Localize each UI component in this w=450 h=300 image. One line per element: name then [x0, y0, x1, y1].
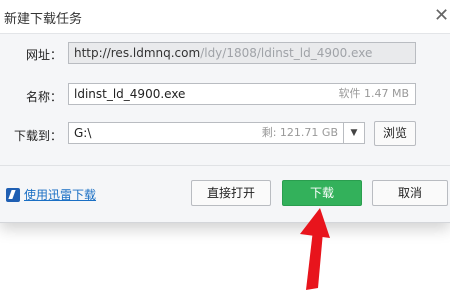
use-thunder-link[interactable]: 使用迅雷下载 — [6, 186, 96, 202]
save-path-input[interactable]: G:\ 剩: 121.71 GB — [68, 122, 345, 144]
url-value: http://res.ldmnq.com/ldy/1808/ldinst_ld_… — [74, 43, 372, 63]
filename-input[interactable]: ldinst_ld_4900.exe 软件 1.47 MB — [68, 83, 416, 105]
open-directly-button[interactable]: 直接打开 — [191, 180, 271, 206]
file-size-hint: 软件 1.47 MB — [338, 87, 409, 100]
url-field[interactable]: http://res.ldmnq.com/ldy/1808/ldinst_ld_… — [68, 42, 416, 64]
dialog-titlebar: 新建下载任务 ✕ — [0, 0, 450, 34]
save-path-value: G:\ — [74, 126, 92, 140]
divider — [0, 165, 450, 166]
chevron-down-icon: ▼ — [350, 128, 358, 138]
arrow-shaft — [306, 230, 323, 290]
cancel-button[interactable]: 取消 — [372, 180, 448, 206]
arrow-head — [300, 208, 330, 238]
browse-button[interactable]: 浏览 — [374, 121, 416, 146]
free-space-hint: 剩: 121.71 GB — [261, 126, 338, 139]
close-icon[interactable]: ✕ — [434, 6, 450, 26]
url-host: http://res.ldmnq.com — [74, 46, 201, 60]
filename-value: ldinst_ld_4900.exe — [74, 87, 186, 101]
save-to-label: 下载到： — [13, 129, 62, 143]
red-arrow-annotation — [300, 208, 330, 290]
thunder-icon — [6, 188, 20, 202]
url-label: 网址： — [25, 48, 62, 62]
screen: 新建下载任务 ✕ 网址： http://res.ldmnq.com/ldy/18… — [0, 0, 450, 300]
thunder-label: 使用迅雷下载 — [24, 188, 97, 202]
url-path: /ldy/1808/ldinst_ld_4900.exe — [200, 46, 373, 60]
new-download-dialog: 新建下载任务 ✕ 网址： http://res.ldmnq.com/ldy/18… — [0, 0, 450, 223]
path-dropdown-button[interactable]: ▼ — [343, 122, 365, 144]
dialog-title: 新建下载任务 — [4, 12, 83, 27]
name-label: 名称： — [25, 90, 62, 104]
